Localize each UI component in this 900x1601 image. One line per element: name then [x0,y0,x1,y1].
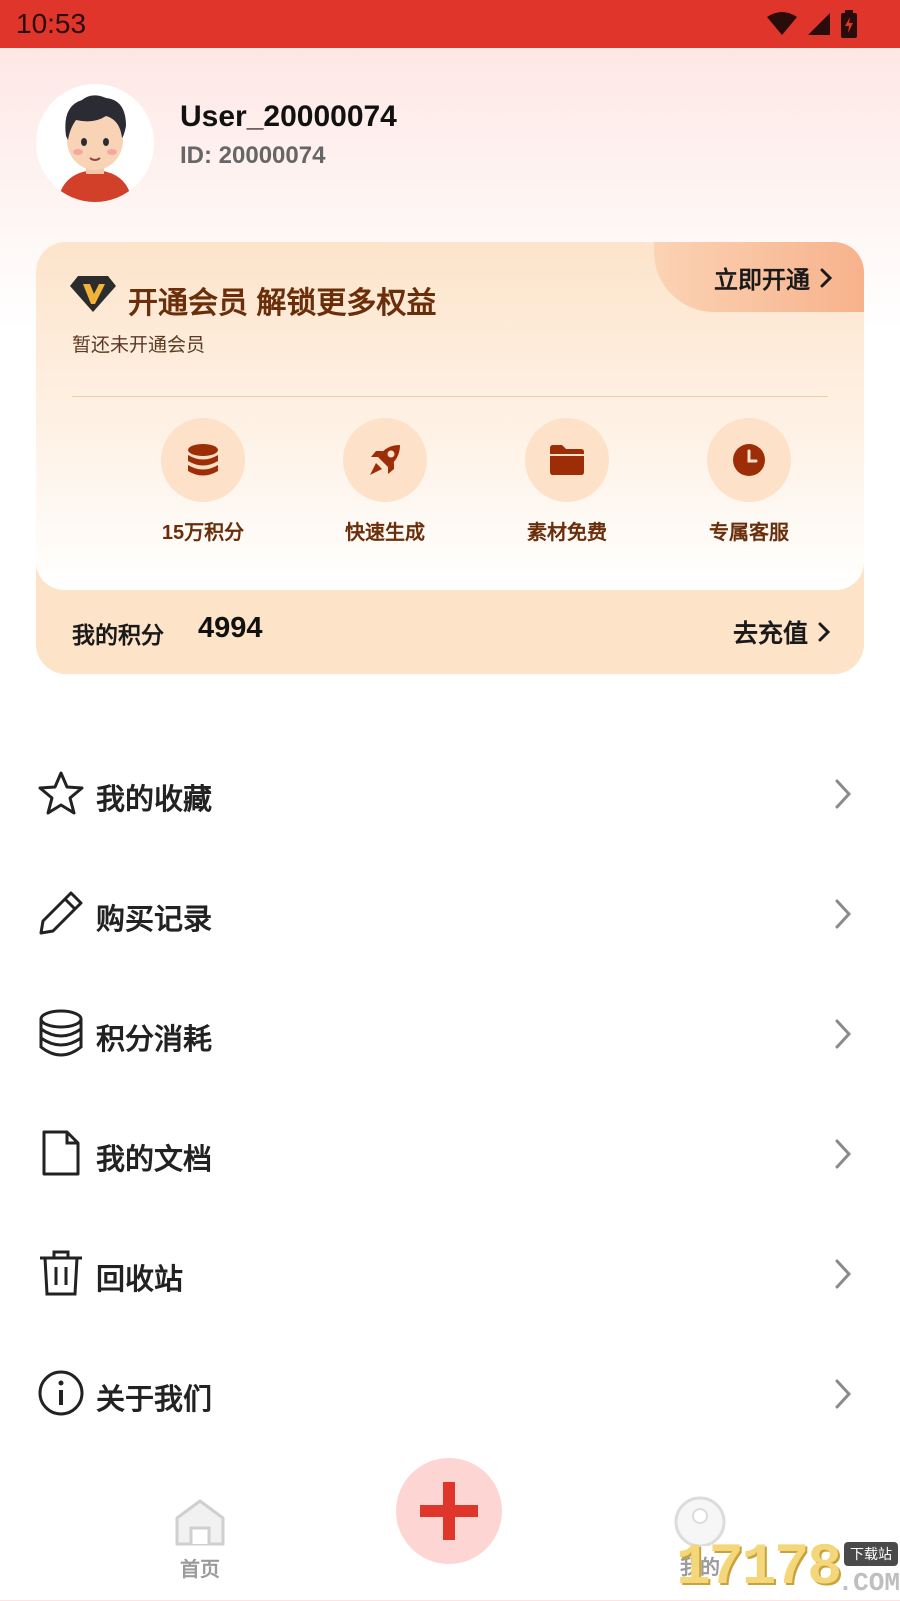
perk-label: 15万积分 [161,522,245,544]
chevron-right-icon [835,1379,852,1409]
plus-icon [420,1482,478,1540]
menu-item-my-documents[interactable]: 我的文档 [36,1114,852,1194]
coins-stack-icon [188,444,218,476]
trash-icon [40,1250,82,1296]
battery-icon [841,10,857,38]
username: User_20000074 [180,100,397,133]
vip-open-button[interactable]: 立即开通 [654,242,864,312]
menu-item-label: 购买记录 [96,904,213,936]
chevron-right-icon [835,1259,852,1289]
user-id: ID: 20000074 [180,142,326,169]
status-icons [766,10,858,38]
star-icon [38,771,84,815]
perk-points: 15万积分 [138,418,268,545]
chevron-right-icon [835,1019,852,1049]
menu-item-recycle-bin[interactable]: 回收站 [36,1234,852,1314]
chevron-right-icon [820,268,832,287]
recharge-button[interactable]: 去充值 [733,614,830,650]
points-value: 4994 [198,612,263,644]
watermark-digits: 17178 [676,1536,842,1601]
pencil-icon [39,891,83,935]
chevron-right-icon [835,899,852,929]
menu-item-label: 回收站 [96,1264,184,1296]
chevron-right-icon [818,622,830,642]
perk-label: 快速生成 [345,522,425,544]
menu-item-favorites[interactable]: 我的收藏 [36,754,852,834]
menu-item-purchase-history[interactable]: 购买记录 [36,874,852,954]
perk-label: 素材免费 [527,522,607,544]
menu-item-points-usage[interactable]: 积分消耗 [36,994,852,1074]
create-button[interactable] [396,1458,502,1564]
avatar-illustration-icon [36,84,154,202]
vip-open-label: 立即开通 [714,267,810,294]
nav-tab-label: 首页 [180,1559,220,1581]
info-icon [38,1370,84,1416]
coins-stack-icon [39,1009,83,1057]
vip-title: 开通会员 解锁更多权益 [128,287,437,320]
perk-label: 专属客服 [709,522,789,544]
folder-icon [550,445,584,475]
menu-item-label: 我的文档 [96,1144,213,1176]
status-time: 10:53 [16,8,87,39]
watermark-domain: .COM [837,1568,900,1598]
vip-diamond-icon [70,276,116,312]
signal-icon [808,13,830,35]
vip-divider [72,396,828,397]
perk-exclusive-service: 专属客服 [684,418,814,545]
menu-item-label: 关于我们 [96,1384,213,1416]
recharge-label: 去充值 [732,620,808,648]
wifi-icon [767,12,797,35]
vip-card-top: 立即开通 开通会员 解锁更多权益 暂还未开通会员 15万积分 快速生成 素材免费… [36,242,864,590]
site-watermark: 17178 下载站 .COM [676,1538,900,1600]
rocket-icon [370,445,400,475]
document-icon [42,1130,80,1176]
perk-fast-generate: 快速生成 [320,418,450,545]
nav-tab-home[interactable]: 首页 [160,1498,240,1582]
menu-item-label: 我的收藏 [96,784,213,816]
perk-free-material: 素材免费 [502,418,632,545]
home-icon [175,1499,225,1546]
profile-header: User_20000074 ID: 20000074 [36,84,736,204]
vip-subtitle: 暂还未开通会员 [72,335,206,356]
menu-item-about-us[interactable]: 关于我们 [36,1354,852,1434]
chevron-right-icon [835,1139,852,1169]
vip-card: 立即开通 开通会员 解锁更多权益 暂还未开通会员 15万积分 快速生成 素材免费… [36,242,864,674]
menu-item-label: 积分消耗 [96,1024,213,1056]
watermark-tag: 下载站 [844,1542,898,1566]
chevron-right-icon [835,779,852,809]
points-label: 我的积分 [72,622,164,648]
status-bar: 10:53 [0,0,900,48]
avatar[interactable] [36,84,154,202]
clock-icon [733,444,765,476]
